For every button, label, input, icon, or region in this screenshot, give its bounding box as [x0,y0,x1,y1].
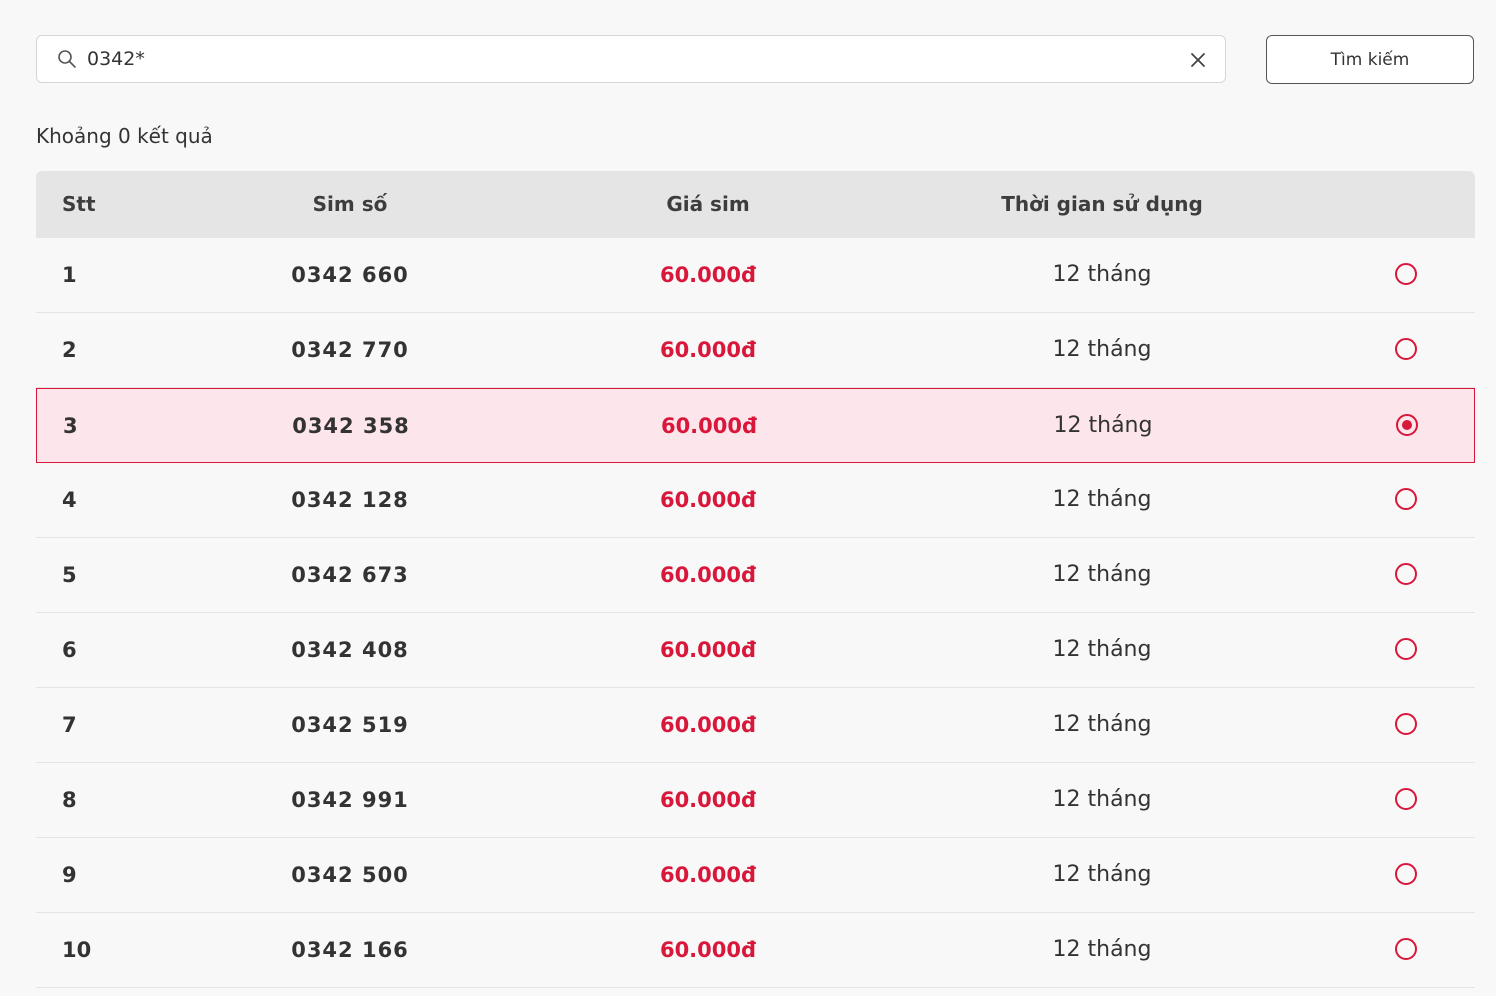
row-duration: 12 tháng [1052,637,1152,662]
sim-search-page: Tìm kiếm Khoảng 0 kết quả Stt Sim số Giá… [0,0,1496,996]
table-row[interactable]: 10 0342 166 989 60.000đ 12 tháng [36,913,1475,988]
table-row[interactable]: 7 0342 519 468 60.000đ 12 tháng [36,688,1475,811]
select-radio-button[interactable] [1395,713,1417,735]
select-radio-button[interactable] [1396,414,1418,436]
row-price: 60.000đ [659,788,757,812]
row-duration: 12 tháng [1052,937,1152,962]
table-body: 1 0342 660 279 60.000đ 12 tháng 2 0342 770 86… [36,238,1475,988]
row-sim-number: 0342 358 689 [292,414,410,512]
search-input[interactable] [87,42,1167,76]
select-radio-button[interactable] [1395,488,1417,510]
select-radio-button[interactable] [1395,863,1417,885]
select-radio-button[interactable] [1395,788,1417,810]
row-price: 60.000đ [659,638,757,662]
row-duration: 12 tháng [1052,337,1152,362]
result-count: Khoảng 0 kết quả [36,124,213,148]
header-stt: Stt [62,192,96,216]
row-price: 60.000đ [659,338,757,362]
row-stt: 7 [62,713,77,737]
select-radio-button[interactable] [1395,563,1417,585]
row-price: 60.000đ [659,938,757,962]
table-row[interactable]: 2 0342 770 868 60.000đ 12 tháng [36,313,1475,436]
row-stt: 9 [62,863,77,887]
row-duration: 12 tháng [1053,413,1153,438]
table-row[interactable]: 6 0342 408 486 60.000đ 12 tháng [36,613,1475,736]
search-box [36,35,1226,83]
header-price: Giá sim [666,192,750,216]
row-stt: 2 [62,338,77,362]
row-price: 60.000đ [659,263,757,287]
table-row[interactable]: 1 0342 660 279 60.000đ 12 tháng [36,238,1475,361]
row-price: 60.000đ [659,563,757,587]
close-icon[interactable] [1189,51,1207,69]
table-row[interactable]: 4 0342 128 239 60.000đ 12 tháng [36,463,1475,586]
row-price: 60.000đ [660,414,758,438]
row-duration: 12 tháng [1052,562,1152,587]
row-sim-number: 0342 660 279 [291,263,409,361]
row-duration: 12 tháng [1052,262,1152,287]
row-sim-number: 0342 519 468 [291,713,409,811]
table-row[interactable]: 8 0342 991 866 60.000đ 12 tháng [36,763,1475,886]
row-sim-number: 0342 408 486 [291,638,409,736]
select-radio-button[interactable] [1395,338,1417,360]
row-sim-number: 0342 673 688 [291,563,409,661]
row-stt: 4 [62,488,77,512]
row-price: 60.000đ [659,488,757,512]
row-duration: 12 tháng [1052,787,1152,812]
row-stt: 6 [62,638,77,662]
select-radio-button[interactable] [1395,638,1417,660]
row-stt: 5 [62,563,77,587]
select-radio-button[interactable] [1395,938,1417,960]
row-price: 60.000đ [659,713,757,737]
row-stt: 3 [63,414,78,438]
sim-table: Stt Sim số Giá sim Thời gian sử dụng 1 03… [36,171,1475,988]
row-stt: 1 [62,263,77,287]
row-duration: 12 tháng [1052,862,1152,887]
select-radio-button[interactable] [1395,263,1417,285]
search-button[interactable]: Tìm kiếm [1266,35,1474,84]
table-row[interactable]: 5 0342 673 688 60.000đ 12 tháng [36,538,1475,661]
row-sim-number: 0342 166 989 [291,938,409,962]
row-price: 60.000đ [659,863,757,887]
row-stt: 8 [62,788,77,812]
table-header: Stt Sim số Giá sim Thời gian sử dụng [36,171,1475,238]
row-sim-number: 0342 770 868 [291,338,409,436]
header-sim-number: Sim số [312,192,388,216]
table-row[interactable]: 9 0342 500 299 60.000đ 12 tháng [36,838,1475,961]
table-row[interactable]: 3 0342 358 689 60.000đ 12 tháng [36,388,1475,512]
row-stt: 10 [62,938,92,962]
row-sim-number: 0342 991 866 [291,788,409,886]
row-sim-number: 0342 128 239 [291,488,409,586]
row-sim-number: 0342 500 299 [291,863,409,961]
row-duration: 12 tháng [1052,487,1152,512]
header-duration: Thời gian sử dụng [1001,192,1203,216]
search-icon [58,50,76,68]
row-duration: 12 tháng [1052,712,1152,737]
